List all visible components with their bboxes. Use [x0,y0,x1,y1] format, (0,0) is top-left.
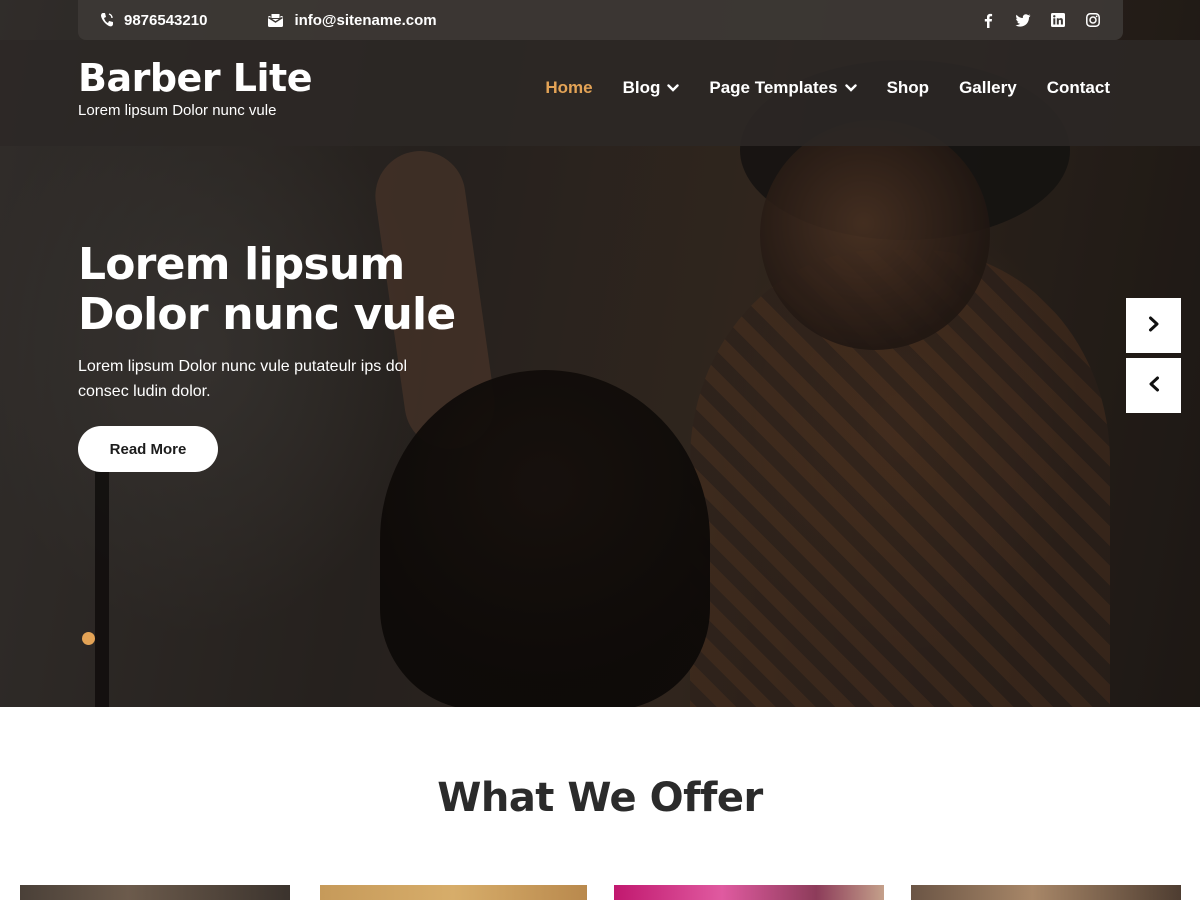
social-links [980,12,1101,28]
facebook-icon[interactable] [980,12,996,28]
nav-item-label: Gallery [959,78,1017,97]
main-navigation: Home Blog Page Templates Shop Gallery Co… [545,78,1110,98]
nav-item-label: Contact [1046,78,1110,97]
offer-card-image[interactable] [20,885,290,900]
site-header: Barber Lite Lorem lipsum Dolor nunc vule… [0,40,1200,146]
site-branding[interactable]: Barber Lite Lorem lipsum Dolor nunc vule [78,56,312,119]
nav-item-label: Home [545,78,593,97]
nav-item-label: Shop [886,78,930,97]
hero-heading: Lorem lipsum Dolor nunc vule [78,240,518,340]
nav-item-shop[interactable]: Shop [887,78,930,98]
phone-icon [100,12,114,28]
phone-contact[interactable]: 9876543210 [100,12,207,29]
hero-heading-line-2: Dolor nunc vule [78,289,456,340]
nav-item-label: Page Templates [709,78,838,97]
slider-pagination-dot[interactable] [82,632,95,645]
site-title[interactable]: Barber Lite [78,56,312,100]
chevron-right-icon [1148,316,1160,336]
email-contact[interactable]: info@sitename.com [267,11,437,29]
envelope-icon [267,12,284,28]
hero-description: Lorem lipsum Dolor nunc vule putateulr i… [78,358,408,400]
offer-card-image[interactable] [911,885,1181,900]
nav-item-contact[interactable]: Contact [1047,78,1110,98]
chevron-left-icon [1148,376,1160,396]
offer-card-image[interactable] [614,885,884,900]
nav-item-gallery[interactable]: Gallery [959,78,1017,98]
site-tagline: Lorem lipsum Dolor nunc vule [78,102,277,119]
linkedin-icon[interactable] [1050,12,1066,28]
nav-item-label: Blog [622,78,661,97]
instagram-icon[interactable] [1085,12,1101,28]
hero-content: Lorem lipsum Dolor nunc vule Lorem lipsu… [78,240,518,472]
hero-heading-line-1: Lorem lipsum [78,239,405,290]
chevron-down-icon [844,84,857,92]
nav-item-blog[interactable]: Blog [623,78,680,98]
offer-card-image[interactable] [320,885,587,900]
slider-next-button[interactable] [1126,298,1181,353]
section-title-what-we-offer: What We Offer [437,775,763,821]
nav-item-page-templates[interactable]: Page Templates [709,78,857,98]
chevron-down-icon [667,84,680,92]
slider-prev-button[interactable] [1126,358,1181,413]
read-more-button[interactable]: Read More [78,426,218,472]
email-address: info@sitename.com [294,11,437,29]
twitter-icon[interactable] [1015,12,1031,28]
top-bar: 9876543210 info@sitename.com [78,0,1123,40]
nav-item-home[interactable]: Home [545,78,592,98]
phone-number: 9876543210 [124,11,208,29]
